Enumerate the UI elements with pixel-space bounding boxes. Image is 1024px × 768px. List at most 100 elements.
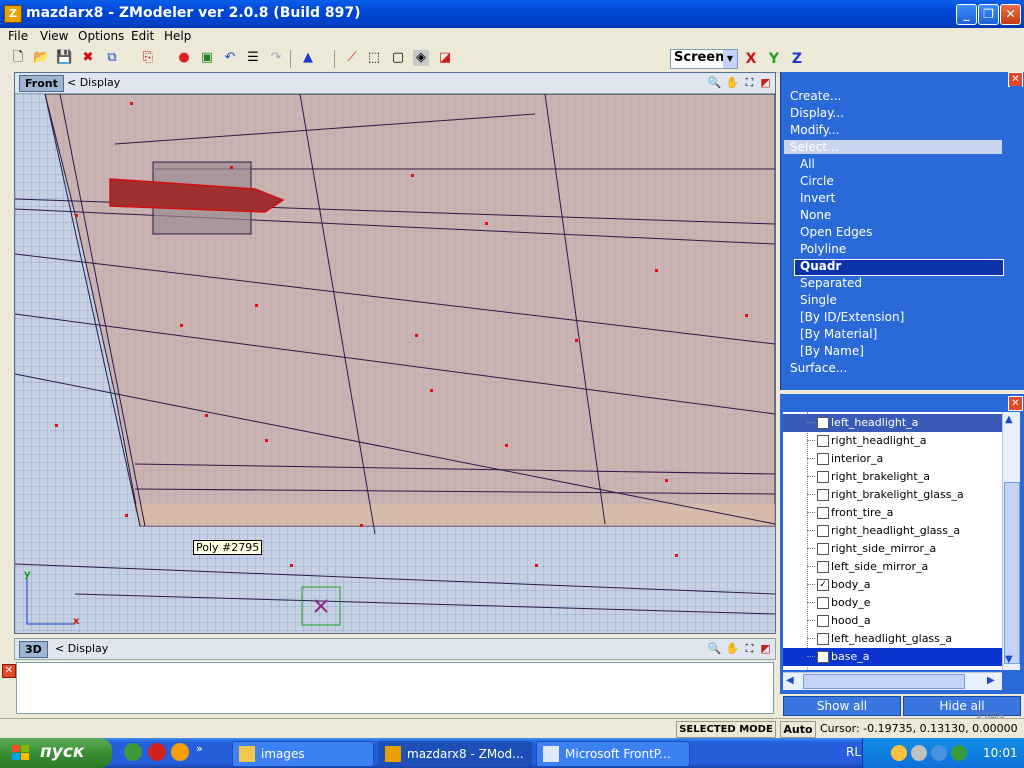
visibility-checkbox[interactable] [817,525,829,537]
start-button[interactable]: пуск [0,738,112,768]
viewport-display-menu[interactable]: < Display [67,76,120,89]
tree-item[interactable]: right_side_mirror_a [783,540,1002,558]
scroll-up-icon[interactable]: ▲ [1005,414,1013,425]
restore-button[interactable]: ❐ [978,4,999,25]
visibility-checkbox[interactable] [817,651,829,663]
import-icon[interactable]: ▣ [199,50,215,66]
tree-item[interactable]: left_headlight_a [783,414,1002,432]
scroll-right-icon[interactable]: ▶ [987,675,995,686]
tree-item[interactable]: right_headlight_a [783,432,1002,450]
zmodeler-app-icon[interactable]: Z [4,5,22,23]
tray-icon[interactable] [891,745,907,761]
menu-help[interactable]: Help [164,29,191,43]
transform-icon[interactable]: ▲ [300,50,316,66]
scroll-down-icon[interactable]: ▼ [1005,654,1013,665]
menu-edit[interactable]: Edit [131,29,154,43]
title-bar[interactable]: Z mazdarx8 - ZModeler ver 2.0.8 (Build 8… [0,0,1024,28]
command-modify[interactable]: Modify... [790,123,840,137]
axis-z-toggle[interactable]: Z [788,50,806,68]
object-tree-close-icon[interactable]: ✕ [1008,396,1023,411]
select-option-circle[interactable]: Circle [800,174,834,188]
zoom-icon[interactable]: 🔍 [707,641,722,656]
visibility-checkbox[interactable] [817,633,829,645]
axis-y-toggle[interactable]: Y [765,50,783,68]
visibility-checkbox[interactable] [817,597,829,609]
tree-item[interactable]: ✓ body_a [783,576,1002,594]
quicklaunch-more-icon[interactable]: » [196,742,203,755]
tree-item[interactable]: left_side_mirror_a [783,558,1002,576]
visibility-checkbox[interactable]: ✓ [817,579,829,591]
render-icon[interactable]: ● [176,50,192,66]
tray-icon[interactable] [911,745,927,761]
visibility-checkbox[interactable] [817,471,829,483]
show-all-button[interactable]: Show all [783,696,901,716]
visibility-checkbox[interactable] [817,543,829,555]
viewport-3d-display-menu[interactable]: < Display [55,642,108,655]
object-mode-icon[interactable]: ⬚ [366,50,382,66]
quicklaunch-clock-icon[interactable] [171,743,189,761]
auto-toggle[interactable]: Auto [780,721,816,738]
console-output[interactable] [16,662,774,714]
front-viewport[interactable]: Front < Display 🔍 ✋ ⛶ ◩ y x Poly #2795 [14,72,776,634]
paste-icon[interactable]: ⎘ [140,50,156,66]
axis-x-toggle[interactable]: X [742,50,760,68]
select-option-separated[interactable]: Separated [800,276,862,290]
visibility-checkbox[interactable] [817,489,829,501]
clock[interactable]: 10:01 [983,746,1018,760]
save-icon[interactable]: 💾 [56,50,72,66]
face-mode-icon[interactable]: ◪ [437,50,453,66]
vertex-mode-icon[interactable]: ⟋ [344,50,360,66]
copy-icon[interactable]: ⧉ [104,50,120,66]
task-zmodeler[interactable]: mazdarx8 - ZMod... [378,741,532,767]
select-option-by-name[interactable]: [By Name] [800,344,864,358]
quicklaunch-opera-icon[interactable] [148,743,166,761]
scroll-thumb[interactable] [1004,482,1020,664]
command-display[interactable]: Display... [790,106,844,120]
command-create[interactable]: Create... [790,89,841,103]
visibility-checkbox[interactable] [817,435,829,447]
close-button[interactable]: ✕ [1000,4,1021,25]
menu-file[interactable]: File [8,29,28,43]
task-images[interactable]: images [232,741,374,767]
language-indicator[interactable]: RL [846,745,861,759]
select-option-single[interactable]: Single [800,293,837,307]
command-select-header[interactable]: Select... [784,140,1002,154]
tray-icon[interactable] [931,745,947,761]
hscroll-thumb[interactable] [803,674,965,689]
box-mode-icon[interactable]: ▢ [390,50,406,66]
visibility-checkbox[interactable] [817,561,829,573]
front-viewport-canvas[interactable] [15,94,775,633]
notes-icon[interactable]: ☰ [245,50,261,66]
tree-item[interactable]: left_headlight_glass_a [783,630,1002,648]
tree-item[interactable]: interior_a [783,450,1002,468]
menu-view[interactable]: View [40,29,68,43]
open-icon[interactable]: 📂 [33,50,49,66]
poly-mode-icon[interactable]: ◈ [413,50,429,66]
tree-item[interactable]: right_brakelight_glass_a [783,486,1002,504]
tree-item[interactable]: front_tire_a [783,504,1002,522]
select-option-by-material[interactable]: [By Material] [800,327,877,341]
minimize-button[interactable]: _ [956,4,977,25]
visibility-checkbox[interactable] [817,417,829,429]
select-option-none[interactable]: None [800,208,831,222]
tree-item-selected[interactable]: base_a [783,648,1002,666]
quicklaunch-browser-icon[interactable] [124,743,142,761]
command-surface[interactable]: Surface... [790,361,847,375]
select-option-by-id[interactable]: [By ID/Extension] [800,310,904,324]
zoom-icon[interactable]: 🔍 [707,75,722,90]
task-frontpage[interactable]: Microsoft FrontP... [536,741,690,767]
chevron-down-icon[interactable]: ▼ [723,50,737,68]
command-panel-close-icon[interactable]: ✕ [1008,72,1023,87]
coordinate-system-select[interactable]: Screen ▼ [670,49,738,69]
tree-item[interactable]: hood_a [783,612,1002,630]
fit-view-icon[interactable]: ⛶ [742,641,757,656]
redo-icon[interactable]: ↷ [268,50,284,66]
pan-icon[interactable]: ✋ [725,641,740,656]
visibility-checkbox[interactable] [817,507,829,519]
maximize-viewport-icon[interactable]: ◩ [758,75,773,90]
command-panel-scrollbar[interactable] [1010,86,1022,386]
scroll-left-icon[interactable]: ◀ [786,675,794,686]
menu-options[interactable]: Options [78,29,124,43]
undo-icon[interactable]: ↶ [222,50,238,66]
maximize-viewport-icon[interactable]: ◩ [758,641,773,656]
